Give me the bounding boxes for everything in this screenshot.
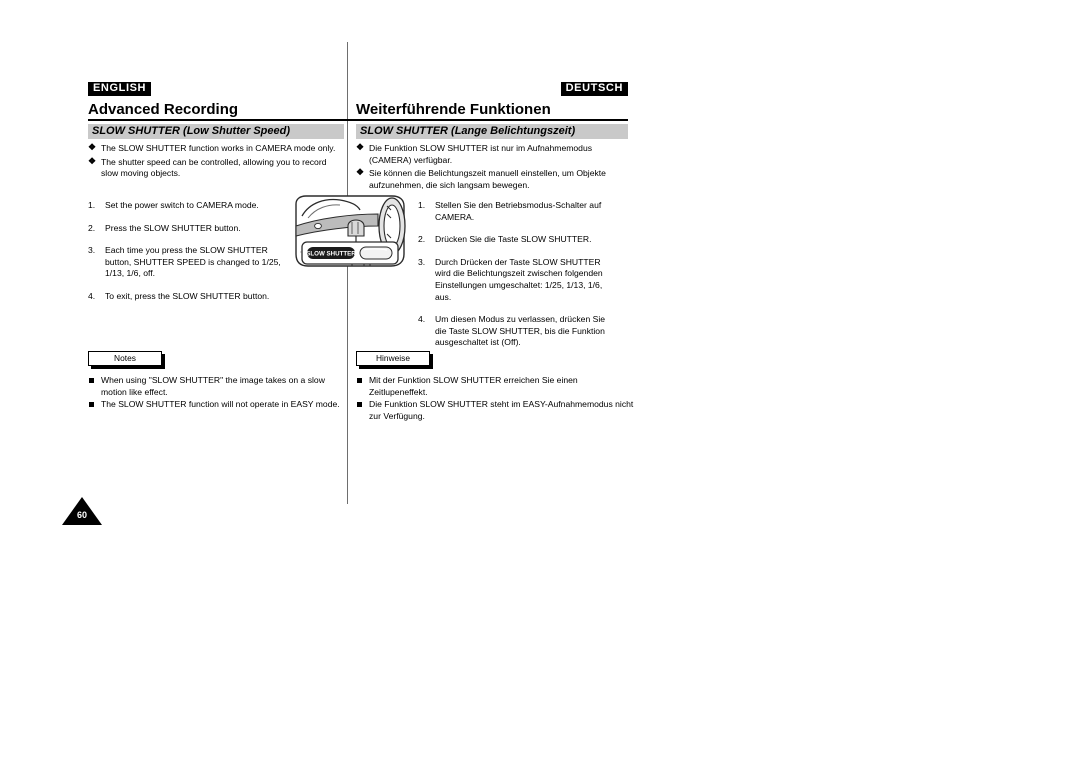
- language-tag-english: ENGLISH: [88, 82, 152, 96]
- page-number-text: 60: [76, 510, 87, 520]
- note-text: Die Funktion SLOW SHUTTER steht im EASY-…: [369, 399, 634, 421]
- step-item: 3. Each time you press the SLOW SHUTTER …: [88, 245, 288, 280]
- step-text: Drücken Sie die Taste SLOW SHUTTER.: [435, 234, 592, 245]
- notes-label-deutsch: Hinweise: [356, 351, 430, 366]
- page-title-english: Advanced Recording: [88, 101, 239, 118]
- step-text: Durch Drücken der Taste SLOW SHUTTER wir…: [435, 256, 603, 302]
- square-bullet-icon: [89, 377, 94, 383]
- section-title-english: SLOW SHUTTER (Low Shutter Speed): [88, 124, 344, 139]
- step-item: 1. Stellen Sie den Betriebsmodus-Schalte…: [418, 200, 618, 223]
- header-rule: [88, 119, 628, 121]
- notes-list-deutsch: Mit der Funktion SLOW SHUTTER erreichen …: [356, 375, 634, 422]
- bullet-item: ❖ The shutter speed can be controlled, a…: [88, 155, 346, 180]
- square-bullet-icon: [357, 401, 362, 407]
- diamond-bullet-icon: ❖: [356, 142, 365, 152]
- step-text: Press the SLOW SHUTTER button.: [105, 222, 241, 233]
- section-title-deutsch: SLOW SHUTTER (Lange Belichtungszeit): [356, 124, 628, 139]
- diamond-bullet-icon: ❖: [356, 167, 365, 178]
- step-item: 3. Durch Drücken der Taste SLOW SHUTTER …: [418, 257, 618, 303]
- note-text: When using "SLOW SHUTTER" the image take…: [101, 375, 325, 397]
- header-right: DEUTSCH Weiterführende Funktionen: [356, 78, 628, 118]
- camcorder-illustration: SLOW SHUTTER: [292, 192, 408, 284]
- slow-shutter-button-label: SLOW SHUTTER: [306, 251, 356, 258]
- step-text: Stellen Sie den Betriebsmodus-Schalter a…: [435, 200, 602, 222]
- language-tag-deutsch: DEUTSCH: [560, 82, 628, 96]
- note-item: Die Funktion SLOW SHUTTER steht im EASY-…: [356, 399, 634, 422]
- page-title-deutsch: Weiterführende Funktionen: [356, 101, 551, 118]
- step-text: To exit, press the SLOW SHUTTER button.: [105, 290, 270, 301]
- step-item: 1. Set the power switch to CAMERA mode.: [88, 200, 288, 212]
- notes-list-english: When using "SLOW SHUTTER" the image take…: [88, 375, 350, 411]
- bullet-item: ❖ Die Funktion SLOW SHUTTER ist nur im A…: [356, 142, 630, 166]
- step-number: 4.: [88, 290, 96, 301]
- bullet-item: ❖ Sie können die Belichtungszeit manuell…: [356, 167, 630, 191]
- note-text: The SLOW SHUTTER function will not opera…: [101, 399, 340, 410]
- note-item: The SLOW SHUTTER function will not opera…: [88, 399, 350, 411]
- step-item: 2. Press the SLOW SHUTTER button.: [88, 223, 288, 235]
- step-text: Set the power switch to CAMERA mode.: [105, 200, 259, 210]
- note-item: Mit der Funktion SLOW SHUTTER erreichen …: [356, 375, 634, 398]
- step-number: 4.: [418, 314, 426, 325]
- notes-block-english: Notes When using "SLOW SHUTTER" the imag…: [88, 348, 350, 412]
- notes-label-english: Notes: [88, 351, 162, 366]
- square-bullet-icon: [89, 401, 94, 407]
- step-number: 1.: [88, 200, 96, 210]
- bullet-text: The shutter speed can be controlled, all…: [101, 156, 327, 179]
- page-header: ENGLISH Advanced Recording DEUTSCH Weite…: [88, 78, 628, 118]
- bullet-text: The SLOW SHUTTER function works in CAMER…: [101, 143, 336, 153]
- diamond-bullet-icon: ❖: [88, 155, 97, 166]
- bullet-list-deutsch: ❖ Die Funktion SLOW SHUTTER ist nur im A…: [356, 142, 630, 193]
- note-item: When using "SLOW SHUTTER" the image take…: [88, 375, 350, 398]
- page-number: 60: [62, 497, 102, 527]
- step-number: 3.: [88, 245, 96, 256]
- diamond-bullet-icon: ❖: [88, 142, 97, 152]
- step-item: 4. Um diesen Modus zu verlassen, drücken…: [418, 314, 618, 349]
- square-bullet-icon: [357, 377, 362, 383]
- step-list-english: 1. Set the power switch to CAMERA mode. …: [88, 200, 288, 314]
- step-item: 4. To exit, press the SLOW SHUTTER butto…: [88, 291, 288, 303]
- step-item: 2. Drücken Sie die Taste SLOW SHUTTER.: [418, 234, 618, 246]
- bullet-text: Sie können die Belichtungszeit manuell e…: [369, 168, 606, 190]
- step-text: Um diesen Modus zu verlassen, drücken Si…: [435, 314, 606, 348]
- bullet-text: Die Funktion SLOW SHUTTER ist nur im Auf…: [369, 143, 593, 165]
- step-list-deutsch: 1. Stellen Sie den Betriebsmodus-Schalte…: [418, 200, 618, 360]
- manual-page: ENGLISH Advanced Recording DEUTSCH Weite…: [0, 0, 1080, 763]
- header-left: ENGLISH Advanced Recording: [88, 78, 344, 118]
- step-number: 2.: [418, 234, 426, 245]
- step-number: 3.: [418, 256, 426, 267]
- step-number: 1.: [418, 200, 426, 210]
- step-number: 2.: [88, 222, 96, 233]
- notes-block-deutsch: Hinweise Mit der Funktion SLOW SHUTTER e…: [356, 348, 634, 423]
- bullet-list-english: ❖ The SLOW SHUTTER function works in CAM…: [88, 142, 346, 182]
- bullet-item: ❖ The SLOW SHUTTER function works in CAM…: [88, 142, 346, 155]
- step-text: Each time you press the SLOW SHUTTER but…: [105, 245, 281, 279]
- note-text: Mit der Funktion SLOW SHUTTER erreichen …: [369, 375, 578, 397]
